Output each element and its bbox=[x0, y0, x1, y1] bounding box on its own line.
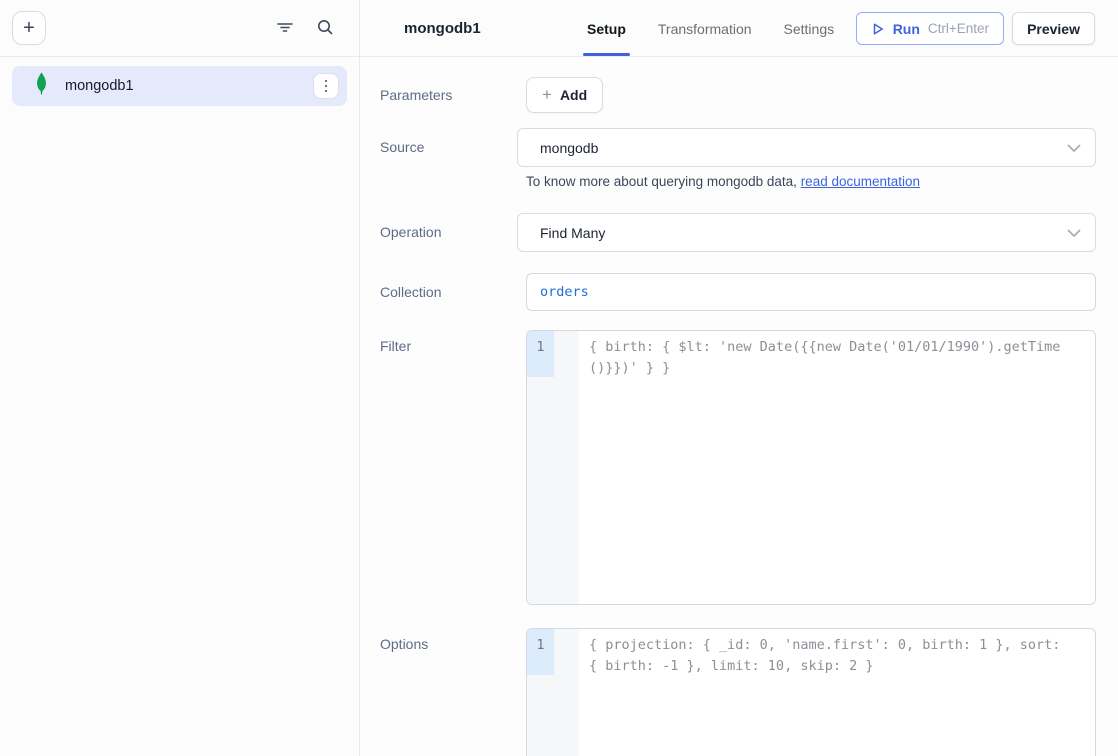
helper-prefix: To know more about querying mongodb data… bbox=[526, 174, 801, 189]
collection-input[interactable]: orders bbox=[526, 273, 1096, 311]
options-code-line-2: { birth: -1 }, limit: 10, skip: 2 } bbox=[589, 658, 873, 674]
source-row: Source mongodb To know more about queryi… bbox=[380, 128, 1096, 189]
source-select[interactable]: mongodb bbox=[517, 128, 1096, 167]
setup-form: Parameters + Add Source mongodb To know … bbox=[360, 57, 1118, 756]
add-parameter-button[interactable]: + Add bbox=[526, 77, 603, 113]
search-icon bbox=[316, 18, 334, 39]
filter-row: Filter 1 { birth: { $lt: 'new Date({{new… bbox=[380, 330, 1096, 605]
options-editor-gutter: 1 bbox=[527, 629, 579, 756]
run-shortcut: Ctrl+Enter bbox=[928, 21, 989, 36]
collection-value: orders bbox=[540, 284, 589, 300]
query-item-label: mongodb1 bbox=[65, 78, 313, 94]
mongodb-leaf-icon bbox=[34, 72, 49, 100]
operation-select-value: Find Many bbox=[540, 225, 605, 241]
sidebar-toolbar: + bbox=[0, 0, 359, 57]
filter-queries-button[interactable] bbox=[273, 16, 297, 40]
filter-code-area[interactable]: { birth: { $lt: 'new Date({{new Date('01… bbox=[579, 331, 1095, 604]
query-item-menu-button[interactable] bbox=[313, 73, 339, 99]
add-parameter-label: Add bbox=[560, 87, 587, 103]
plus-icon: + bbox=[542, 85, 552, 105]
query-list-sidebar: + mongod bbox=[0, 0, 360, 756]
preview-button[interactable]: Preview bbox=[1012, 12, 1095, 45]
query-editor-header: mongodb1 Setup Transformation Settings R… bbox=[360, 0, 1118, 57]
collection-row: Collection orders bbox=[380, 273, 1096, 311]
chevron-down-icon bbox=[1067, 225, 1081, 241]
parameters-label: Parameters bbox=[380, 77, 526, 113]
parameters-row: Parameters + Add bbox=[380, 77, 1096, 113]
run-label: Run bbox=[893, 21, 920, 37]
query-list: mongodb1 bbox=[0, 57, 359, 115]
editor-tabs: Setup Transformation Settings bbox=[585, 0, 864, 57]
source-select-value: mongodb bbox=[540, 140, 598, 156]
kebab-menu-icon bbox=[325, 80, 328, 93]
operation-label: Operation bbox=[380, 213, 526, 252]
filter-code-line-2: ()}})' } } bbox=[589, 360, 670, 376]
plus-icon: + bbox=[23, 18, 35, 38]
operation-row: Operation Find Many bbox=[380, 213, 1096, 252]
operation-select[interactable]: Find Many bbox=[517, 213, 1096, 252]
options-row: Options 1 { projection: { _id: 0, 'name.… bbox=[380, 628, 1096, 756]
tab-transformation[interactable]: Transformation bbox=[656, 0, 754, 57]
filter-lines-icon bbox=[276, 18, 294, 39]
query-editor-app: + mongod bbox=[0, 0, 1118, 756]
filter-line-number: 1 bbox=[527, 331, 554, 377]
add-query-button[interactable]: + bbox=[12, 11, 46, 45]
options-code-line-1: { projection: { _id: 0, 'name.first': 0,… bbox=[589, 637, 1060, 653]
source-helper-text: To know more about querying mongodb data… bbox=[526, 174, 1096, 189]
tab-settings[interactable]: Settings bbox=[782, 0, 837, 57]
collection-label: Collection bbox=[380, 273, 526, 311]
query-title: mongodb1 bbox=[404, 0, 481, 57]
filter-code-line-1: { birth: { $lt: 'new Date({{new Date('01… bbox=[589, 339, 1060, 355]
header-actions: Run Ctrl+Enter Preview bbox=[856, 12, 1095, 45]
filter-code-editor[interactable]: 1 { birth: { $lt: 'new Date({{new Date('… bbox=[526, 330, 1096, 605]
options-code-editor[interactable]: 1 { projection: { _id: 0, 'name.first': … bbox=[526, 628, 1096, 756]
options-code-area[interactable]: { projection: { _id: 0, 'name.first': 0,… bbox=[579, 629, 1095, 756]
chevron-down-icon bbox=[1067, 140, 1081, 156]
play-icon bbox=[871, 22, 885, 36]
filter-editor-gutter: 1 bbox=[527, 331, 579, 604]
run-button[interactable]: Run Ctrl+Enter bbox=[856, 12, 1004, 45]
read-documentation-link[interactable]: read documentation bbox=[801, 174, 920, 189]
search-queries-button[interactable] bbox=[313, 16, 337, 40]
source-label: Source bbox=[380, 128, 526, 167]
tab-setup[interactable]: Setup bbox=[585, 0, 628, 57]
options-label: Options bbox=[380, 628, 526, 654]
filter-label: Filter bbox=[380, 330, 526, 356]
options-line-number: 1 bbox=[527, 629, 554, 675]
query-list-item-mongodb1[interactable]: mongodb1 bbox=[12, 66, 347, 106]
